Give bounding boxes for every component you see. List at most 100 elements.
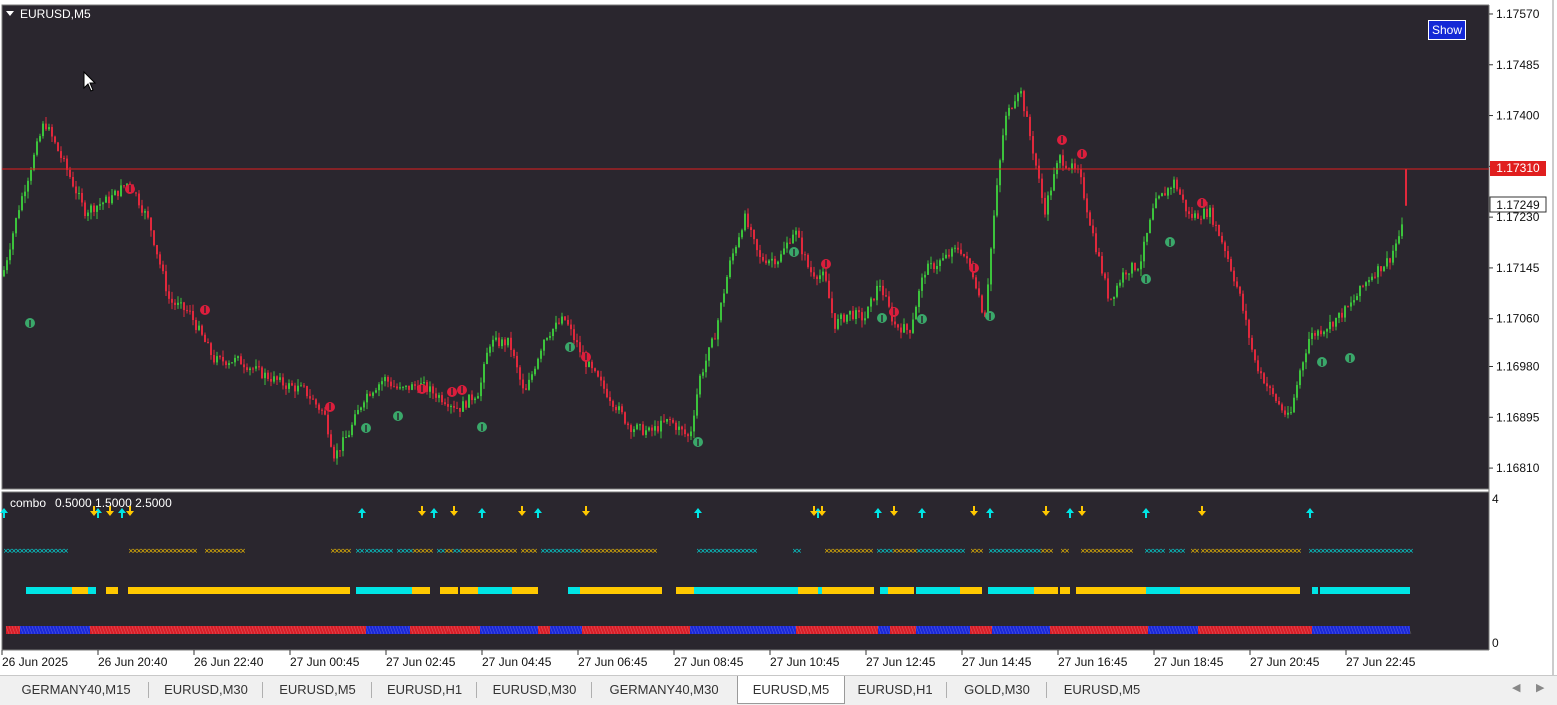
chart-canvas[interactable]: 1.175701.174851.174001.173151.172301.171… (0, 0, 1557, 675)
chart-tab[interactable]: GERMANY40,M30 (593, 678, 735, 702)
candle-body (366, 393, 368, 403)
candle-body (18, 210, 20, 219)
x-mark: × (752, 547, 758, 555)
candle-body (1341, 312, 1343, 318)
candle-body (153, 230, 155, 246)
candle-body (1335, 317, 1337, 327)
current-price-label: 1.17310 (1496, 161, 1540, 175)
chart-tab[interactable]: EURUSD,H1 (373, 678, 476, 702)
candle-body (744, 213, 746, 231)
candle-body (1254, 349, 1256, 361)
chart-tab[interactable]: EURUSD,M30 (150, 678, 262, 702)
candle-body (1311, 333, 1313, 339)
candle-body (996, 185, 998, 216)
signal-bar-segment (818, 587, 822, 594)
candle-body (36, 141, 38, 155)
candle-body (762, 257, 764, 261)
candle-body (492, 339, 494, 347)
scroll-left-icon[interactable]: ◀ (1512, 681, 1520, 694)
candle-body (696, 394, 698, 416)
time-tick-label: 27 Jun 14:45 (962, 655, 1032, 669)
candle-body (639, 424, 641, 426)
candle-body (912, 319, 914, 333)
candle-body (663, 420, 665, 422)
candle-body (78, 192, 80, 194)
candle-body (570, 324, 572, 330)
candle-body (243, 364, 245, 368)
candle-body (666, 419, 668, 422)
chart-tab[interactable]: GERMANY40,M15 (4, 678, 148, 702)
chart-tab[interactable]: EURUSD,M5 (264, 678, 371, 702)
candle-body (1371, 276, 1373, 281)
candle-body (714, 338, 716, 340)
signal-bar-segment (72, 587, 88, 594)
chart-tab[interactable]: EURUSD,M5 (1048, 678, 1156, 702)
candle-body (1221, 235, 1223, 243)
candle-body (687, 434, 689, 437)
chart-tab[interactable]: EURUSD,M5 (737, 676, 845, 704)
candle-body (843, 314, 845, 322)
price-tick-label: 1.16895 (1496, 410, 1540, 424)
candle-body (1089, 212, 1091, 226)
candle-body (501, 339, 503, 347)
signal-bar-segment (568, 587, 580, 594)
candle-body (804, 254, 806, 256)
candle-body (1083, 177, 1085, 199)
candle-body (300, 385, 302, 387)
candle-body (813, 272, 815, 277)
trend-bar-segment (916, 626, 970, 634)
price-panel[interactable] (1, 4, 1490, 490)
indicator-axis-max: 4 (1492, 492, 1499, 506)
candle-body (297, 385, 299, 392)
candle-body (222, 356, 224, 362)
candle-body (384, 376, 386, 382)
candle-body (177, 302, 179, 305)
candle-body (291, 383, 293, 386)
candle-body (573, 329, 575, 341)
candle-body (1332, 321, 1334, 327)
candle-body (1131, 262, 1133, 274)
chart-tab[interactable]: EURUSD,M30 (478, 678, 591, 702)
candle-body (966, 256, 968, 259)
candle-body (918, 290, 920, 307)
chart-tab[interactable]: GOLD,M30 (948, 678, 1046, 702)
candle-body (1170, 187, 1172, 189)
trend-bar-segment (890, 626, 916, 634)
candle-body (21, 196, 23, 211)
candle-body (396, 386, 398, 389)
candle-body (351, 424, 353, 436)
candle-body (1374, 276, 1376, 278)
x-mark: × (1064, 547, 1070, 555)
candle-body (855, 310, 857, 319)
candle-body (642, 424, 644, 435)
candle-body (1377, 266, 1379, 278)
candle-body (165, 271, 167, 292)
candle-body (60, 151, 62, 158)
show-button[interactable]: Show (1428, 20, 1466, 40)
candle-body (873, 298, 875, 301)
time-tick-label: 27 Jun 04:45 (482, 655, 552, 669)
candle-body (516, 355, 518, 368)
candle-body (915, 306, 917, 320)
chart-tab[interactable]: EURUSD,H1 (844, 678, 946, 702)
candle-body (504, 339, 506, 346)
candle-body (453, 405, 455, 408)
candle-body (312, 398, 314, 400)
candle-body (354, 414, 356, 425)
candle-body (231, 362, 233, 364)
candle-body (144, 211, 146, 213)
signal-bar-segment (412, 587, 430, 594)
signal-bar-segment (988, 587, 1034, 594)
scroll-right-icon[interactable]: ▶ (1536, 681, 1544, 694)
candle-body (90, 205, 92, 213)
price-axis-area (1489, 0, 1557, 675)
candle-body (957, 247, 959, 250)
candle-body (831, 298, 833, 314)
candle-body (909, 330, 911, 333)
candle-body (45, 123, 47, 130)
candle-body (378, 384, 380, 391)
candle-body (141, 205, 143, 213)
candle-body (810, 267, 812, 273)
candle-body (381, 381, 383, 385)
candle-body (246, 367, 248, 371)
